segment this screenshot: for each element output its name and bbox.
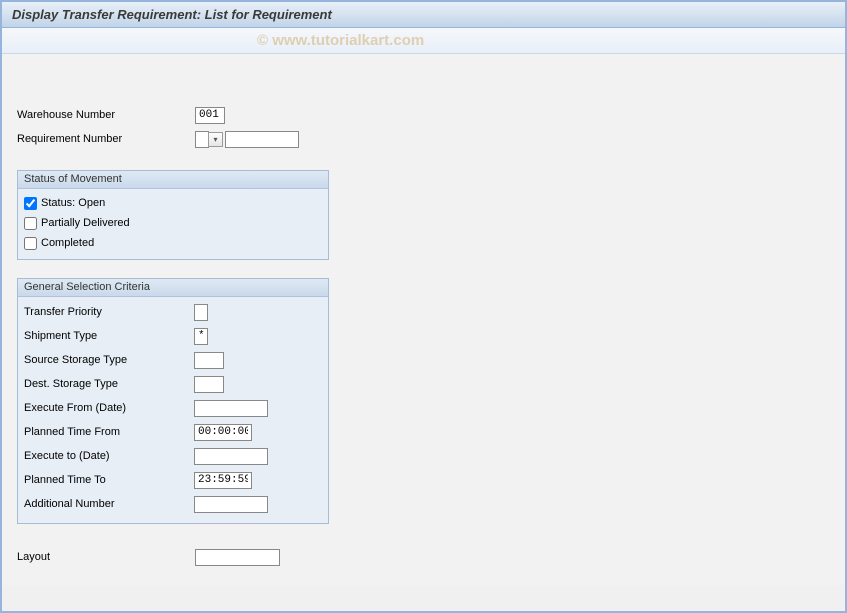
content-area: Warehouse Number Requirement Number ▾ St… bbox=[2, 54, 845, 585]
general-group-title: General Selection Criteria bbox=[18, 279, 328, 297]
reqnum-label: Requirement Number bbox=[17, 133, 195, 145]
warehouse-input[interactable] bbox=[195, 107, 225, 124]
dest-storage-input[interactable] bbox=[194, 376, 224, 393]
source-storage-input[interactable] bbox=[194, 352, 224, 369]
planned-from-label: Planned Time From bbox=[24, 426, 194, 438]
status-open-label: Status: Open bbox=[41, 197, 105, 209]
toolbar-strip: © www.tutorialkart.com bbox=[2, 28, 845, 54]
status-group-title: Status of Movement bbox=[18, 171, 328, 189]
status-completed-label: Completed bbox=[41, 237, 94, 249]
planned-to-label: Planned Time To bbox=[24, 474, 194, 486]
exec-from-input[interactable] bbox=[194, 400, 268, 417]
shipment-type-input[interactable] bbox=[194, 328, 208, 345]
title-bar: Display Transfer Requirement: List for R… bbox=[2, 2, 845, 28]
planned-to-input[interactable] bbox=[194, 472, 252, 489]
matchcode-icon[interactable]: ▾ bbox=[208, 132, 223, 147]
layout-section: Layout bbox=[17, 546, 830, 568]
transfer-priority-input[interactable] bbox=[194, 304, 208, 321]
exec-from-label: Execute From (Date) bbox=[24, 402, 194, 414]
status-completed-checkbox[interactable] bbox=[24, 237, 37, 250]
shipment-type-label: Shipment Type bbox=[24, 330, 194, 342]
page-title: Display Transfer Requirement: List for R… bbox=[12, 7, 835, 22]
exec-to-label: Execute to (Date) bbox=[24, 450, 194, 462]
dest-storage-label: Dest. Storage Type bbox=[24, 378, 194, 390]
transfer-priority-label: Transfer Priority bbox=[24, 306, 194, 318]
planned-from-input[interactable] bbox=[194, 424, 252, 441]
status-partial-label: Partially Delivered bbox=[41, 217, 130, 229]
exec-to-input[interactable] bbox=[194, 448, 268, 465]
reqnum-type-input[interactable] bbox=[195, 131, 209, 148]
watermark-text: © www.tutorialkart.com bbox=[257, 32, 424, 49]
additional-label: Additional Number bbox=[24, 498, 194, 510]
general-group: General Selection Criteria Transfer Prio… bbox=[17, 278, 329, 524]
status-partial-checkbox[interactable] bbox=[24, 217, 37, 230]
status-open-checkbox[interactable] bbox=[24, 197, 37, 210]
reqnum-input[interactable] bbox=[225, 131, 299, 148]
layout-input[interactable] bbox=[195, 549, 280, 566]
warehouse-label: Warehouse Number bbox=[17, 109, 195, 121]
status-group: Status of Movement Status: Open Partiall… bbox=[17, 170, 329, 260]
additional-input[interactable] bbox=[194, 496, 268, 513]
source-storage-label: Source Storage Type bbox=[24, 354, 194, 366]
top-fields: Warehouse Number Requirement Number ▾ bbox=[17, 104, 830, 150]
layout-label: Layout bbox=[17, 551, 195, 563]
